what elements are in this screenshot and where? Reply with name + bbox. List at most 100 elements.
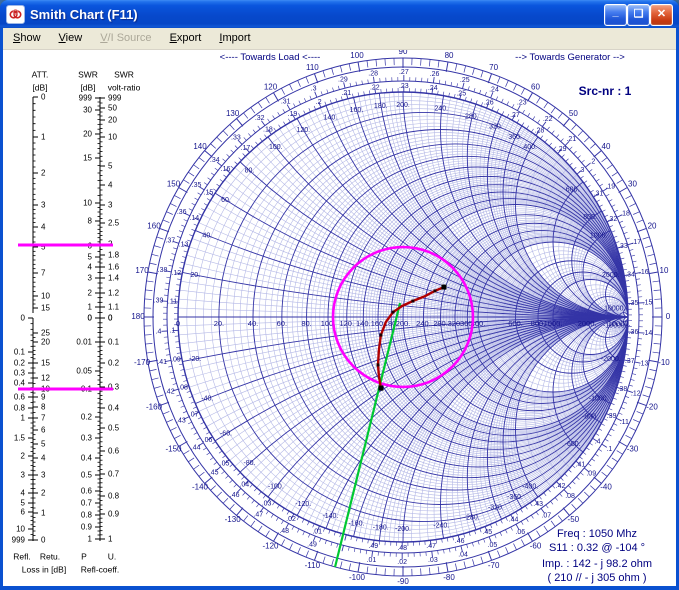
towards-load-label: <---- Towards Load <---- [170, 52, 370, 63]
svg-text:Loss in [dB]: Loss in [dB] [22, 564, 66, 574]
svg-text:.15: .15 [643, 299, 653, 306]
svg-text:.29: .29 [557, 146, 567, 153]
svg-text:.29: .29 [338, 76, 348, 83]
svg-text:0.1: 0.1 [14, 348, 26, 357]
svg-text:0: 0 [108, 314, 113, 323]
svg-text:.38: .38 [618, 386, 628, 393]
svg-text:999: 999 [108, 94, 122, 103]
svg-text:.35: .35 [192, 182, 202, 189]
svg-text:3: 3 [41, 471, 46, 480]
svg-text:SWR: SWR [78, 69, 98, 79]
svg-text:.16: .16 [221, 166, 231, 173]
svg-text:.36: .36 [177, 209, 187, 216]
svg-text:-400.: -400. [522, 483, 538, 490]
svg-text:40.: 40. [202, 232, 212, 239]
minimize-button[interactable]: _ [604, 4, 627, 26]
svg-text:0: 0 [176, 319, 180, 328]
svg-text:.22: .22 [370, 85, 380, 92]
freq-readout: Freq : 1050 Mhz [507, 527, 679, 541]
refl-coeff-scale: 00.010.050.10.20.30.40.50.60.70.80.9100.… [76, 314, 119, 544]
svg-text:8: 8 [41, 403, 46, 412]
svg-text:.13: .13 [179, 242, 189, 249]
svg-text:0: 0 [88, 314, 93, 323]
svg-text:.45: .45 [209, 469, 219, 476]
svg-text:1.4: 1.4 [108, 274, 120, 283]
svg-text:10: 10 [83, 199, 92, 208]
svg-text:10000.: 10000. [604, 305, 625, 312]
menu-item-export[interactable]: Export [161, 29, 211, 48]
svg-text:.12: .12 [631, 390, 641, 397]
svg-text:0.6: 0.6 [81, 487, 93, 496]
svg-text:.12: .12 [171, 270, 181, 277]
svg-text:1: 1 [88, 535, 93, 544]
svg-text:.2: .2 [589, 158, 595, 165]
svg-text:.21: .21 [341, 90, 351, 97]
svg-text:-140.: -140. [322, 513, 338, 520]
svg-text:200.: 200. [396, 102, 410, 109]
svg-text:-200.: -200. [395, 526, 411, 533]
svg-text:-2000.: -2000. [601, 356, 621, 363]
maximize-button[interactable]: ❏ [627, 4, 650, 26]
svg-text:-120: -120 [262, 542, 279, 551]
svg-text:0.7: 0.7 [108, 470, 120, 479]
svg-text:.3: .3 [579, 167, 585, 174]
title-bar: Smith Chart (F11) _ ❏ ✕ [0, 0, 679, 28]
window-title: Smith Chart (F11) [30, 7, 679, 22]
svg-text:360.: 360. [508, 134, 522, 141]
svg-text:170: 170 [135, 266, 149, 275]
svg-text:4: 4 [108, 181, 113, 190]
svg-text:6: 6 [41, 426, 46, 435]
menu-item-view[interactable]: View [50, 29, 92, 48]
svg-text:400.: 400. [523, 144, 537, 151]
svg-text:1: 1 [88, 303, 93, 312]
svg-text:0.3: 0.3 [81, 434, 93, 443]
svg-text:-80.: -80. [243, 460, 255, 467]
svg-text:150: 150 [167, 180, 181, 189]
svg-text:0: 0 [666, 312, 671, 321]
svg-text:0.1: 0.1 [108, 338, 120, 347]
svg-text:1: 1 [41, 509, 46, 518]
svg-text:[dB]: [dB] [80, 82, 95, 92]
svg-text:.23: .23 [517, 100, 527, 107]
svg-text:.39: .39 [154, 298, 164, 305]
svg-text:10: 10 [108, 133, 117, 142]
svg-text:.03: .03 [428, 557, 438, 564]
menu-item-show[interactable]: Show [4, 29, 50, 48]
svg-text:-70: -70 [488, 561, 500, 570]
svg-text:0.9: 0.9 [108, 510, 120, 519]
svg-text:800.: 800. [583, 214, 597, 221]
close-button[interactable]: ✕ [650, 4, 673, 26]
svg-text:999: 999 [12, 536, 26, 545]
svg-text:.48: .48 [397, 545, 407, 552]
svg-text:110: 110 [306, 63, 319, 72]
svg-text:1: 1 [41, 133, 46, 142]
svg-text:100.: 100. [269, 144, 283, 151]
svg-text:.24: .24 [489, 86, 499, 93]
svg-text:-600.: -600. [565, 441, 581, 448]
svg-text:1: 1 [108, 535, 113, 544]
svg-text:.06: .06 [203, 437, 213, 444]
svg-text:1000.: 1000. [544, 319, 563, 328]
svg-text:0: 0 [21, 314, 26, 323]
svg-text:0.5: 0.5 [108, 424, 120, 433]
menu-item-import[interactable]: Import [210, 29, 259, 48]
svg-text:.39: .39 [607, 413, 617, 420]
towards-generator-label: --> Towards Generator --> [470, 52, 670, 63]
svg-text:-160: -160 [146, 403, 163, 412]
svg-text:.2: .2 [316, 99, 322, 106]
svg-text:-120.: -120. [295, 501, 311, 508]
app-window: Smith Chart (F11) _ ❏ ✕ ShowViewV/I Sour… [0, 0, 679, 590]
svg-text:-100.: -100. [268, 483, 284, 490]
svg-text:.07: .07 [541, 513, 551, 520]
svg-text:U.: U. [108, 551, 117, 561]
svg-text:9: 9 [41, 393, 46, 402]
svg-text:80: 80 [445, 51, 454, 60]
svg-text:-160.: -160. [348, 521, 364, 528]
svg-text:2: 2 [88, 289, 93, 298]
svg-text:volt-ratio: volt-ratio [108, 82, 141, 92]
svg-text:.37: .37 [165, 237, 175, 244]
svg-text:Refl-coeff.: Refl-coeff. [81, 564, 120, 574]
svg-text:7: 7 [41, 414, 46, 423]
svg-text:.34: .34 [625, 271, 635, 278]
svg-text:.02: .02 [397, 559, 407, 566]
